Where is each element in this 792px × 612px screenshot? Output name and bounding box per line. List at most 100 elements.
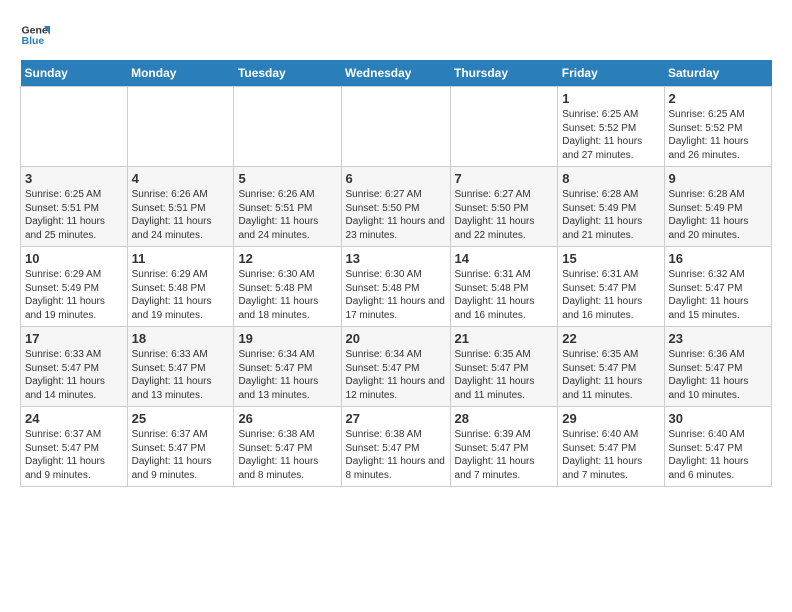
day-info: Sunrise: 6:27 AM Sunset: 5:50 PM Dayligh… <box>455 188 554 242</box>
day-number: 21 <box>455 331 554 346</box>
day-info: Sunrise: 6:26 AM Sunset: 5:51 PM Dayligh… <box>132 188 230 242</box>
day-number: 3 <box>25 171 123 186</box>
day-info: Sunrise: 6:29 AM Sunset: 5:48 PM Dayligh… <box>132 268 230 322</box>
calendar-cell: 20 Sunrise: 6:34 AM Sunset: 5:47 PM Dayli… <box>341 327 450 407</box>
calendar-cell: 4Sunrise: 6:26 AM Sunset: 5:51 PM Daylig… <box>127 167 234 247</box>
day-info: Sunrise: 6:33 AM Sunset: 5:47 PM Dayligh… <box>25 348 123 402</box>
day-number: 14 <box>455 251 554 266</box>
day-info: Sunrise: 6:33 AM Sunset: 5:47 PM Dayligh… <box>132 348 230 402</box>
day-number: 9 <box>669 171 768 186</box>
calendar-cell: 23 Sunrise: 6:36 AM Sunset: 5:47 PM Dayli… <box>664 327 772 407</box>
day-info: Sunrise: 6:25 AM Sunset: 5:52 PM Dayligh… <box>562 108 659 162</box>
calendar-cell: 3 Sunrise: 6:25 AM Sunset: 5:51 PM Daylig… <box>21 167 128 247</box>
day-number: 5 <box>238 171 336 186</box>
calendar-cell: 6 Sunrise: 6:27 AM Sunset: 5:50 PM Daylig… <box>341 167 450 247</box>
weekday-sunday: Sunday <box>21 60 128 87</box>
day-number: 8 <box>562 171 659 186</box>
week-row-5: 24 Sunrise: 6:37 AM Sunset: 5:47 PM Dayli… <box>21 407 772 487</box>
day-info: Sunrise: 6:28 AM Sunset: 5:49 PM Dayligh… <box>562 188 659 242</box>
calendar-cell: 15 Sunrise: 6:31 AM Sunset: 5:47 PM Dayli… <box>558 247 664 327</box>
calendar-cell <box>127 87 234 167</box>
day-number: 11 <box>132 251 230 266</box>
logo-icon: General Blue <box>20 20 50 50</box>
calendar-cell <box>21 87 128 167</box>
day-number: 27 <box>346 411 446 426</box>
day-number: 15 <box>562 251 659 266</box>
calendar-cell: 22 Sunrise: 6:35 AM Sunset: 5:47 PM Dayli… <box>558 327 664 407</box>
day-info: Sunrise: 6:32 AM Sunset: 5:47 PM Dayligh… <box>669 268 768 322</box>
weekday-header-row: SundayMondayTuesdayWednesdayThursdayFrid… <box>21 60 772 87</box>
calendar-cell: 25Sunrise: 6:37 AM Sunset: 5:47 PM Dayli… <box>127 407 234 487</box>
day-number: 10 <box>25 251 123 266</box>
day-number: 2 <box>669 91 768 106</box>
calendar-cell <box>341 87 450 167</box>
calendar-cell: 5 Sunrise: 6:26 AM Sunset: 5:51 PM Daylig… <box>234 167 341 247</box>
day-number: 12 <box>238 251 336 266</box>
calendar-cell: 12Sunrise: 6:30 AM Sunset: 5:48 PM Dayli… <box>234 247 341 327</box>
day-info: Sunrise: 6:26 AM Sunset: 5:51 PM Dayligh… <box>238 188 336 242</box>
day-number: 18 <box>132 331 230 346</box>
day-number: 29 <box>562 411 659 426</box>
day-number: 28 <box>455 411 554 426</box>
day-number: 6 <box>346 171 446 186</box>
calendar-cell: 19 Sunrise: 6:34 AM Sunset: 5:47 PM Dayli… <box>234 327 341 407</box>
day-info: Sunrise: 6:34 AM Sunset: 5:47 PM Dayligh… <box>238 348 336 402</box>
page-header: General Blue <box>20 20 772 50</box>
day-number: 23 <box>669 331 768 346</box>
day-number: 13 <box>346 251 446 266</box>
day-number: 17 <box>25 331 123 346</box>
day-number: 22 <box>562 331 659 346</box>
day-number: 19 <box>238 331 336 346</box>
calendar-cell: 28 Sunrise: 6:39 AM Sunset: 5:47 PM Dayli… <box>450 407 558 487</box>
week-row-3: 10 Sunrise: 6:29 AM Sunset: 5:49 PM Dayli… <box>21 247 772 327</box>
day-info: Sunrise: 6:37 AM Sunset: 5:47 PM Dayligh… <box>132 428 230 482</box>
day-number: 20 <box>346 331 446 346</box>
day-info: Sunrise: 6:28 AM Sunset: 5:49 PM Dayligh… <box>669 188 768 242</box>
calendar-cell: 9 Sunrise: 6:28 AM Sunset: 5:49 PM Daylig… <box>664 167 772 247</box>
calendar-cell: 16 Sunrise: 6:32 AM Sunset: 5:47 PM Dayli… <box>664 247 772 327</box>
day-info: Sunrise: 6:35 AM Sunset: 5:47 PM Dayligh… <box>455 348 554 402</box>
calendar-cell: 7 Sunrise: 6:27 AM Sunset: 5:50 PM Daylig… <box>450 167 558 247</box>
calendar-cell <box>450 87 558 167</box>
week-row-1: 1 Sunrise: 6:25 AM Sunset: 5:52 PM Daylig… <box>21 87 772 167</box>
day-info: Sunrise: 6:38 AM Sunset: 5:47 PM Dayligh… <box>346 428 446 482</box>
day-number: 16 <box>669 251 768 266</box>
calendar-cell: 10 Sunrise: 6:29 AM Sunset: 5:49 PM Dayli… <box>21 247 128 327</box>
weekday-wednesday: Wednesday <box>341 60 450 87</box>
weekday-friday: Friday <box>558 60 664 87</box>
calendar-cell: 14 Sunrise: 6:31 AM Sunset: 5:48 PM Dayli… <box>450 247 558 327</box>
day-number: 26 <box>238 411 336 426</box>
day-info: Sunrise: 6:39 AM Sunset: 5:47 PM Dayligh… <box>455 428 554 482</box>
day-info: Sunrise: 6:27 AM Sunset: 5:50 PM Dayligh… <box>346 188 446 242</box>
calendar-cell: 24Sunrise: 6:37 AM Sunset: 5:47 PM Dayli… <box>21 407 128 487</box>
day-info: Sunrise: 6:36 AM Sunset: 5:47 PM Dayligh… <box>669 348 768 402</box>
day-number: 7 <box>455 171 554 186</box>
weekday-tuesday: Tuesday <box>234 60 341 87</box>
calendar-cell: 29 Sunrise: 6:40 AM Sunset: 5:47 PM Dayli… <box>558 407 664 487</box>
day-number: 24 <box>25 411 123 426</box>
day-number: 30 <box>669 411 768 426</box>
day-info: Sunrise: 6:38 AM Sunset: 5:47 PM Dayligh… <box>238 428 336 482</box>
calendar-cell: 18 Sunrise: 6:33 AM Sunset: 5:47 PM Dayli… <box>127 327 234 407</box>
day-info: Sunrise: 6:40 AM Sunset: 5:47 PM Dayligh… <box>562 428 659 482</box>
calendar-cell: 1 Sunrise: 6:25 AM Sunset: 5:52 PM Daylig… <box>558 87 664 167</box>
weekday-monday: Monday <box>127 60 234 87</box>
calendar-cell: 27 Sunrise: 6:38 AM Sunset: 5:47 PM Dayli… <box>341 407 450 487</box>
day-info: Sunrise: 6:35 AM Sunset: 5:47 PM Dayligh… <box>562 348 659 402</box>
day-info: Sunrise: 6:31 AM Sunset: 5:48 PM Dayligh… <box>455 268 554 322</box>
day-info: Sunrise: 6:40 AM Sunset: 5:47 PM Dayligh… <box>669 428 768 482</box>
calendar-table: SundayMondayTuesdayWednesdayThursdayFrid… <box>20 60 772 487</box>
day-info: Sunrise: 6:25 AM Sunset: 5:52 PM Dayligh… <box>669 108 768 162</box>
weekday-thursday: Thursday <box>450 60 558 87</box>
day-info: Sunrise: 6:30 AM Sunset: 5:48 PM Dayligh… <box>346 268 446 322</box>
day-info: Sunrise: 6:29 AM Sunset: 5:49 PM Dayligh… <box>25 268 123 322</box>
calendar-cell: 17 Sunrise: 6:33 AM Sunset: 5:47 PM Dayli… <box>21 327 128 407</box>
day-info: Sunrise: 6:31 AM Sunset: 5:47 PM Dayligh… <box>562 268 659 322</box>
calendar-cell: 11 Sunrise: 6:29 AM Sunset: 5:48 PM Dayli… <box>127 247 234 327</box>
calendar-cell: 8 Sunrise: 6:28 AM Sunset: 5:49 PM Daylig… <box>558 167 664 247</box>
day-number: 1 <box>562 91 659 106</box>
day-info: Sunrise: 6:25 AM Sunset: 5:51 PM Dayligh… <box>25 188 123 242</box>
calendar-cell: 30 Sunrise: 6:40 AM Sunset: 5:47 PM Dayli… <box>664 407 772 487</box>
calendar-cell: 13 Sunrise: 6:30 AM Sunset: 5:48 PM Dayli… <box>341 247 450 327</box>
day-info: Sunrise: 6:34 AM Sunset: 5:47 PM Dayligh… <box>346 348 446 402</box>
